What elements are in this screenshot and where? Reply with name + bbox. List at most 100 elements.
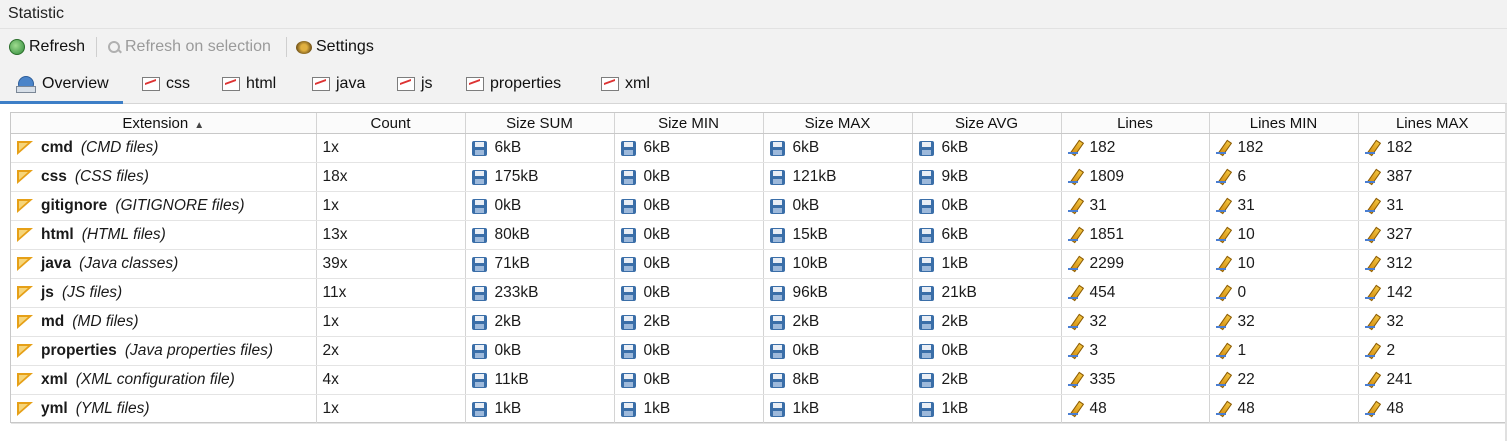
table-header-row: Extension ▲ Count Size SUM Size MIN Size … bbox=[11, 113, 1506, 134]
table-row[interactable]: js (JS files) 11x 233kB 0kB 96kB 21kB 454 0 142 bbox=[11, 278, 1506, 308]
tab-label: Overview bbox=[42, 75, 109, 92]
cell-lines-max: 387 bbox=[1358, 162, 1506, 192]
search-icon bbox=[107, 40, 121, 54]
table-row[interactable]: html (HTML files) 13x 80kB 0kB 15kB 6kB 1851 10 3… bbox=[11, 220, 1506, 250]
gear-icon bbox=[296, 40, 312, 54]
lines-value: 182 bbox=[1386, 139, 1413, 156]
cell-size-max: 121kB bbox=[763, 162, 913, 192]
table-row[interactable]: gitignore (GITIGNORE files) 1x 0kB 0kB 0kB 0kB… bbox=[11, 191, 1506, 221]
pencil-icon bbox=[1364, 169, 1379, 185]
table-row[interactable]: java (Java classes) 39x 71kB 0kB 10kB 1kB 2299 1… bbox=[11, 249, 1506, 279]
disk-icon bbox=[769, 372, 785, 388]
cell-size-avg: 1kB bbox=[912, 249, 1062, 279]
tab-js[interactable]: js bbox=[397, 65, 433, 103]
pencil-icon bbox=[1215, 372, 1230, 388]
cell-size-sum: 6kB bbox=[465, 133, 615, 163]
column-header-size-avg[interactable]: Size AVG bbox=[912, 113, 1062, 134]
column-header-count[interactable]: Count bbox=[316, 113, 466, 134]
settings-button[interactable]: Settings bbox=[296, 29, 374, 65]
cell-extension: js (JS files) bbox=[11, 278, 317, 308]
cell-size-min: 6kB bbox=[614, 133, 764, 163]
table-row[interactable]: md (MD files) 1x 2kB 2kB 2kB 2kB 32 32 32 bbox=[11, 307, 1506, 337]
pencil-icon bbox=[1215, 343, 1230, 359]
chart-icon bbox=[142, 77, 160, 91]
tab-html[interactable]: html bbox=[222, 65, 276, 103]
tab-bar: Overview css html java js properties xml bbox=[0, 65, 1507, 104]
cell-lines-max: 2 bbox=[1358, 336, 1506, 366]
table-row[interactable]: cmd (CMD files) 1x 6kB 6kB 6kB 6kB 182 182 182 bbox=[11, 133, 1506, 163]
table-row[interactable]: css (CSS files) 18x 175kB 0kB 121kB 9kB 1809 6 38… bbox=[11, 162, 1506, 192]
tab-label: java bbox=[336, 75, 366, 92]
table-row[interactable]: properties (Java properties files) 2x 0kB 0k… bbox=[11, 336, 1506, 366]
refresh-on-selection-button[interactable]: Refresh on selection bbox=[107, 29, 271, 65]
column-header-lines-max[interactable]: Lines MAX bbox=[1358, 113, 1506, 134]
pencil-icon bbox=[1364, 256, 1379, 272]
lines-value: 22 bbox=[1237, 371, 1255, 388]
disk-icon bbox=[918, 169, 934, 185]
cell-size-sum: 0kB bbox=[465, 336, 615, 366]
size-value: 0kB bbox=[643, 284, 671, 301]
refresh-on-selection-label: Refresh on selection bbox=[125, 38, 271, 55]
pencil-icon bbox=[1364, 140, 1379, 156]
refresh-icon bbox=[9, 39, 25, 55]
cell-lines-max: 142 bbox=[1358, 278, 1506, 308]
cell-size-sum: 2kB bbox=[465, 307, 615, 337]
cell-lines: 335 bbox=[1061, 365, 1210, 395]
size-value: 121kB bbox=[792, 168, 837, 185]
cell-extension: md (MD files) bbox=[11, 307, 317, 337]
size-value: 1kB bbox=[941, 400, 969, 417]
tab-css[interactable]: css bbox=[142, 65, 190, 103]
cell-extension: java (Java classes) bbox=[11, 249, 317, 279]
cell-size-avg: 1kB bbox=[912, 394, 1062, 424]
tab-java[interactable]: java bbox=[312, 65, 365, 103]
refresh-button[interactable]: Refresh bbox=[9, 29, 85, 65]
file-type-icon bbox=[17, 170, 33, 184]
tab-xml[interactable]: xml bbox=[601, 65, 650, 103]
cell-extension: gitignore (GITIGNORE files) bbox=[11, 191, 317, 221]
disk-icon bbox=[620, 314, 636, 330]
cell-lines-min: 10 bbox=[1209, 249, 1359, 279]
cell-size-min: 0kB bbox=[614, 191, 764, 221]
chart-icon bbox=[312, 77, 330, 91]
size-value: 2kB bbox=[643, 313, 671, 330]
size-value: 11kB bbox=[494, 371, 529, 388]
cell-lines-min: 182 bbox=[1209, 133, 1359, 163]
pencil-icon bbox=[1067, 401, 1082, 417]
cell-lines-min: 22 bbox=[1209, 365, 1359, 395]
disk-icon bbox=[620, 401, 636, 417]
tab-overview[interactable]: Overview bbox=[0, 65, 123, 104]
extension-description: (GITIGNORE files) bbox=[115, 197, 245, 214]
column-header-size-sum[interactable]: Size SUM bbox=[465, 113, 615, 134]
column-header-size-max[interactable]: Size MAX bbox=[763, 113, 913, 134]
disk-icon bbox=[471, 401, 487, 417]
tab-label: properties bbox=[490, 75, 562, 92]
file-type-icon bbox=[17, 228, 33, 242]
disk-icon bbox=[620, 285, 636, 301]
disk-icon bbox=[769, 198, 785, 214]
table-row[interactable]: xml (XML configuration file) 4x 11kB 0kB 8kB 2… bbox=[11, 365, 1506, 395]
cell-lines: 182 bbox=[1061, 133, 1210, 163]
cell-size-min: 0kB bbox=[614, 365, 764, 395]
size-value: 0kB bbox=[792, 342, 820, 359]
pencil-icon bbox=[1364, 401, 1379, 417]
table-row[interactable]: yml (YML files) 1x 1kB 1kB 1kB 1kB 48 48 48 bbox=[11, 394, 1506, 424]
file-type-icon bbox=[17, 344, 33, 358]
cell-count: 4x bbox=[316, 365, 466, 395]
cell-size-sum: 175kB bbox=[465, 162, 615, 192]
extension-description: (YML files) bbox=[75, 400, 150, 417]
tab-properties[interactable]: properties bbox=[466, 65, 561, 103]
column-header-lines[interactable]: Lines bbox=[1061, 113, 1210, 134]
lines-value: 454 bbox=[1089, 284, 1116, 301]
column-header-lines-min[interactable]: Lines MIN bbox=[1209, 113, 1359, 134]
size-value: 2kB bbox=[494, 313, 522, 330]
cell-lines-min: 10 bbox=[1209, 220, 1359, 250]
column-header-extension[interactable]: Extension ▲ bbox=[11, 113, 317, 134]
overview-icon bbox=[16, 74, 36, 94]
size-value: 96kB bbox=[792, 284, 828, 301]
lines-value: 32 bbox=[1237, 313, 1255, 330]
cell-lines: 31 bbox=[1061, 191, 1210, 221]
disk-icon bbox=[769, 401, 785, 417]
lines-value: 32 bbox=[1089, 313, 1107, 330]
size-value: 0kB bbox=[643, 255, 671, 272]
column-header-size-min[interactable]: Size MIN bbox=[614, 113, 764, 134]
